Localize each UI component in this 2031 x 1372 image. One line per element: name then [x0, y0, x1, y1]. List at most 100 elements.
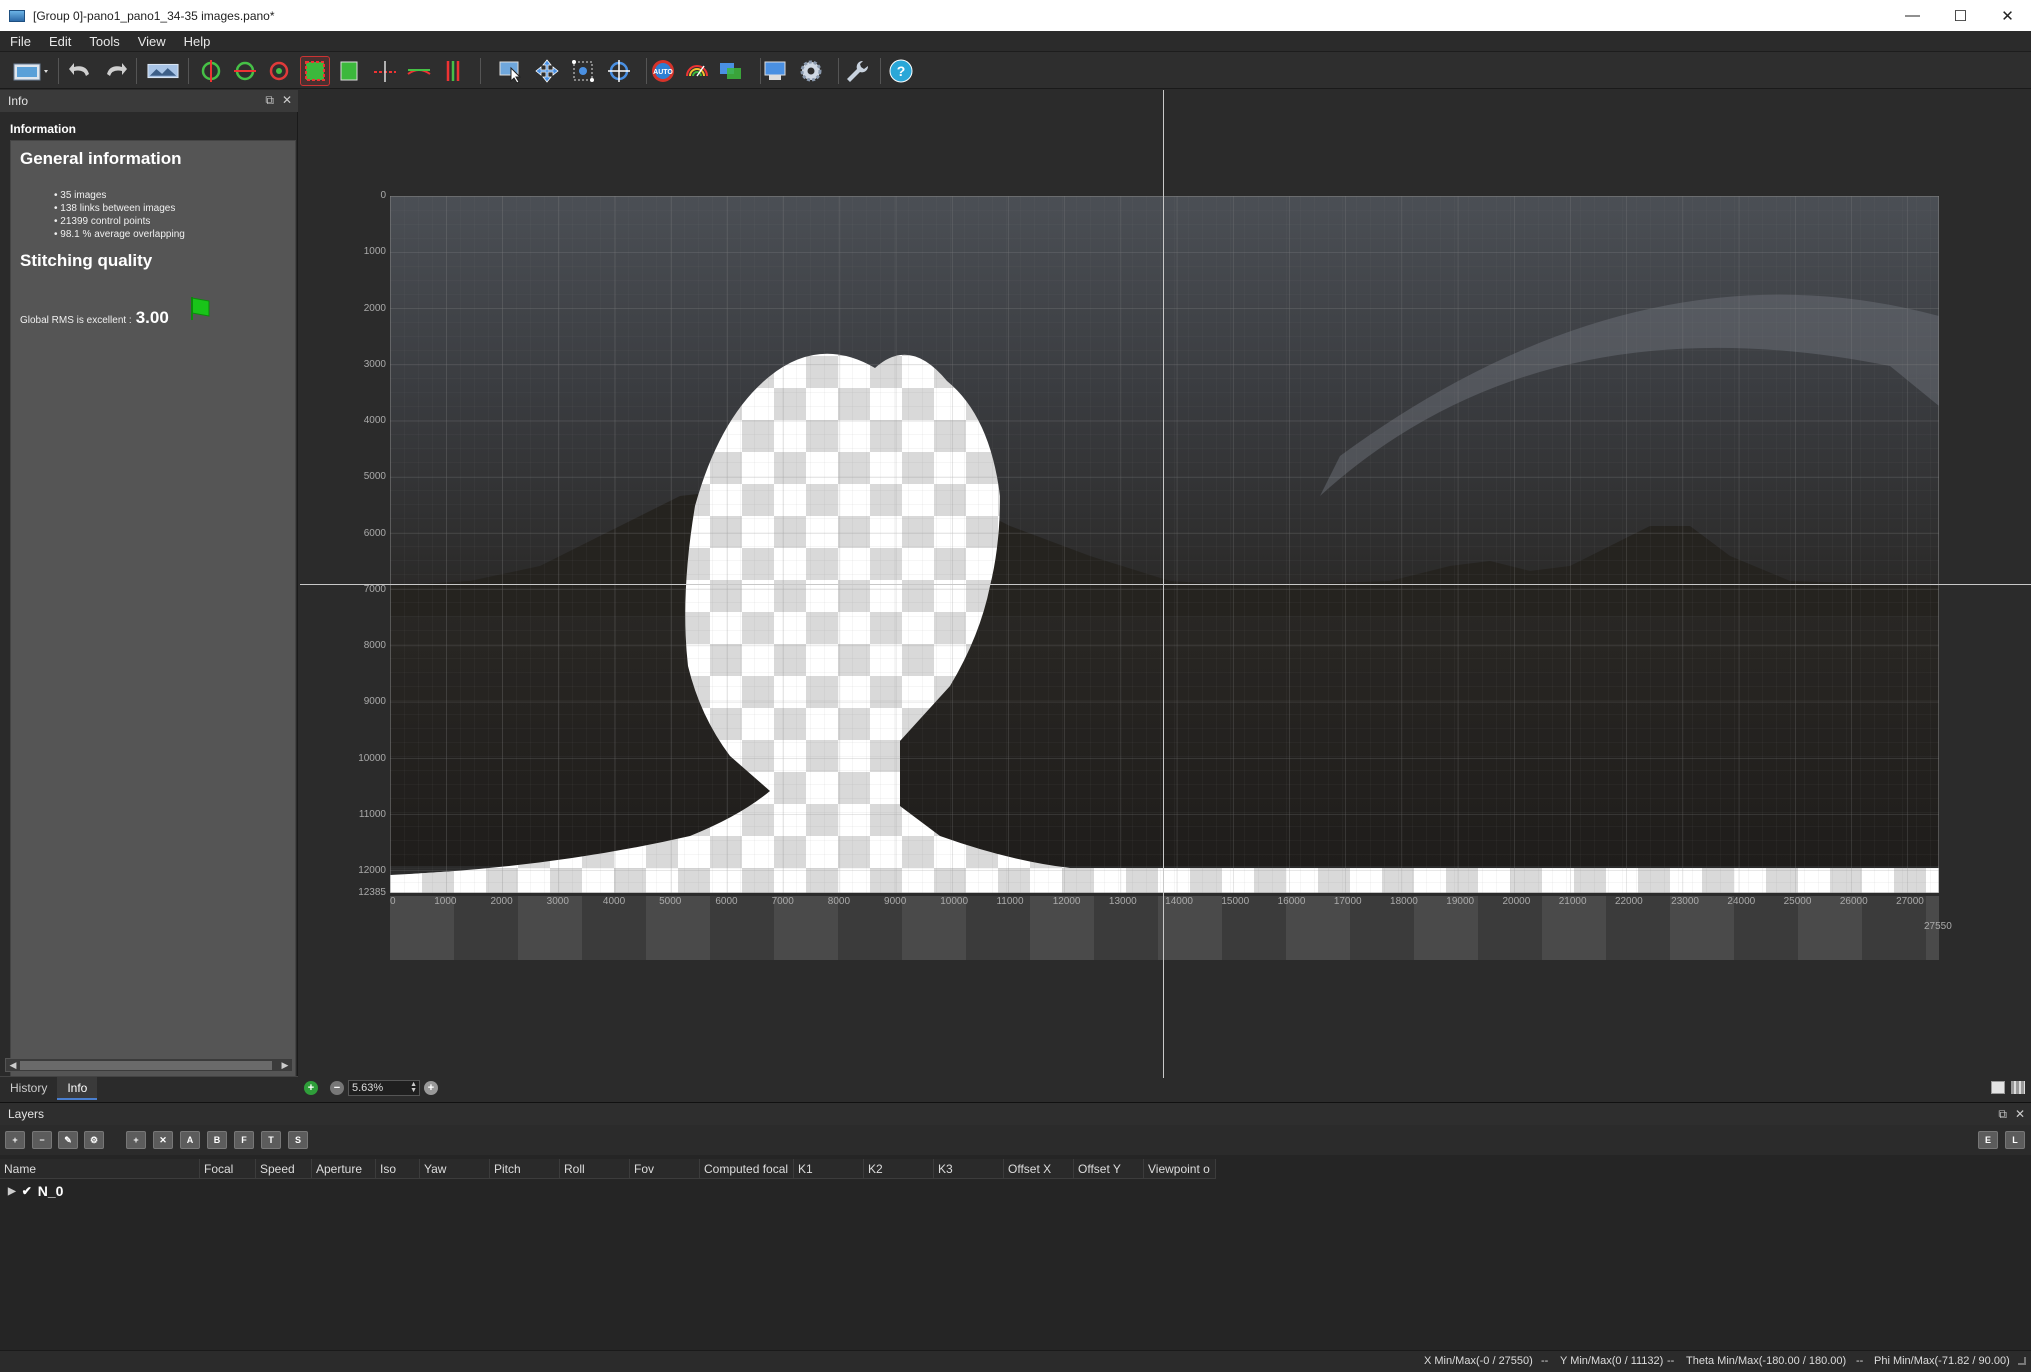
- rotate-yaw-button[interactable]: [196, 56, 226, 86]
- maximize-button[interactable]: ☐: [1938, 0, 1983, 31]
- menu-view[interactable]: View: [129, 34, 175, 49]
- layers-panel: Layers ⧉ ✕ + − ✎ ⚙ + ✕ A B F T S E L Nam…: [0, 1102, 2031, 1350]
- layer-tool-e-icon[interactable]: E: [1978, 1131, 1998, 1149]
- view-grid-icon[interactable]: [2011, 1081, 2025, 1094]
- checkmark-icon[interactable]: ✔: [22, 1184, 32, 1198]
- status-x-range: X Min/Max(-0 / 27550): [1424, 1355, 1533, 1367]
- edit-layer-icon[interactable]: ✎: [58, 1131, 78, 1149]
- move-button[interactable]: [532, 56, 562, 86]
- menu-file[interactable]: File: [0, 34, 40, 49]
- add-group-icon[interactable]: +: [126, 1131, 146, 1149]
- help-button[interactable]: ?: [886, 56, 916, 86]
- column-header[interactable]: Yaw: [420, 1159, 490, 1179]
- auto-color-button[interactable]: AUTO: [648, 56, 678, 86]
- crop-button[interactable]: [300, 56, 330, 86]
- column-header[interactable]: Offset X: [1004, 1159, 1074, 1179]
- column-header[interactable]: Pitch: [490, 1159, 560, 1179]
- select-button[interactable]: [496, 56, 526, 86]
- menu-edit[interactable]: Edit: [40, 34, 80, 49]
- panorama-editor-button[interactable]: [146, 56, 180, 86]
- tab-info[interactable]: Info: [57, 1077, 98, 1100]
- tab-history[interactable]: History: [0, 1077, 57, 1100]
- minimize-button[interactable]: —: [1890, 0, 1935, 31]
- layer-tool-l-icon[interactable]: L: [2005, 1131, 2025, 1149]
- control-points-button[interactable]: [568, 56, 598, 86]
- column-header[interactable]: Focal: [200, 1159, 256, 1179]
- zoom-fit-icon[interactable]: +: [424, 1081, 438, 1095]
- column-header[interactable]: K2: [864, 1159, 934, 1179]
- layer-tool-f-icon[interactable]: F: [234, 1131, 254, 1149]
- straighten-button[interactable]: [404, 56, 434, 86]
- x-tick-label: 3000: [546, 896, 569, 907]
- layer-tool-s-icon[interactable]: S: [288, 1131, 308, 1149]
- zoom-input[interactable]: 5.63% ▲ ▼: [348, 1080, 420, 1096]
- x-tick-label: 8000: [827, 896, 851, 907]
- column-header[interactable]: Aperture: [312, 1159, 376, 1179]
- layer-settings-icon[interactable]: ⚙: [84, 1131, 104, 1149]
- column-header[interactable]: Computed focal: [700, 1159, 794, 1179]
- vertical-lines-button[interactable]: [438, 56, 468, 86]
- menu-tools[interactable]: Tools: [80, 34, 128, 49]
- color-correction-button[interactable]: [682, 56, 712, 86]
- layer-tool-t-icon[interactable]: T: [261, 1131, 281, 1149]
- layer-tool-a-icon[interactable]: A: [180, 1131, 200, 1149]
- panorama-canvas[interactable]: 0 1000 2000 3000 4000 5000 6000 7000 8000 9000 100…: [300, 90, 2031, 1078]
- close-panel-icon[interactable]: ✕: [282, 93, 292, 108]
- zoom-in-icon[interactable]: +: [304, 1081, 318, 1095]
- status-bar: X Min/Max(-0 / 27550) -- Y Min/Max(0 / 1…: [0, 1350, 2031, 1372]
- rotate-pitch-button[interactable]: [230, 56, 260, 86]
- zoom-out-icon[interactable]: −: [330, 1081, 344, 1095]
- expand-arrow-icon[interactable]: ▶: [8, 1186, 16, 1197]
- straighten-icon: [407, 69, 431, 75]
- float-layers-icon[interactable]: ⧉: [1998, 1107, 2007, 1122]
- status-sep-3: --: [1856, 1355, 1864, 1367]
- scroll-thumb[interactable]: [20, 1061, 272, 1070]
- info-horizontal-scrollbar[interactable]: ◀ ▶: [5, 1058, 293, 1072]
- scroll-left-icon[interactable]: ◀: [7, 1059, 19, 1071]
- resize-grip-icon[interactable]: [2018, 1357, 2026, 1365]
- column-header[interactable]: K3: [934, 1159, 1004, 1179]
- menu-help[interactable]: Help: [175, 34, 220, 49]
- undo-button[interactable]: [66, 56, 96, 86]
- column-header[interactable]: Roll: [560, 1159, 630, 1179]
- column-header[interactable]: K1: [794, 1159, 864, 1179]
- add-layer-icon[interactable]: +: [5, 1131, 25, 1149]
- panorama-preview[interactable]: [390, 196, 1939, 893]
- layer-row[interactable]: ▶ ✔ N_0: [8, 1183, 63, 1199]
- title-bar: [Group 0]-pano1_pano1_34-35 images.pano*…: [0, 0, 2031, 31]
- column-header[interactable]: Name: [0, 1159, 200, 1179]
- column-header[interactable]: Fov: [630, 1159, 700, 1179]
- remove-layer-icon[interactable]: −: [32, 1131, 52, 1149]
- column-header[interactable]: Speed: [256, 1159, 312, 1179]
- rotate-pitch-icon: [234, 61, 256, 81]
- x-tick-label: 22000: [1614, 896, 1643, 907]
- layer-tool-b-icon[interactable]: B: [207, 1131, 227, 1149]
- close-button[interactable]: ✕: [1985, 0, 2030, 31]
- column-header[interactable]: Viewpoint o: [1144, 1159, 1216, 1179]
- blending-button[interactable]: [716, 56, 746, 86]
- horizon-button[interactable]: [370, 56, 400, 86]
- wrench-icon: [847, 60, 869, 82]
- rotate-roll-button[interactable]: [264, 56, 294, 86]
- render-button[interactable]: [760, 56, 790, 86]
- delete-group-icon[interactable]: ✕: [153, 1131, 173, 1149]
- y-tick-label: 12000: [358, 865, 386, 877]
- column-header[interactable]: Offset Y: [1074, 1159, 1144, 1179]
- rotate-roll-icon: [269, 61, 289, 81]
- scroll-right-icon[interactable]: ▶: [279, 1059, 291, 1071]
- fit-button[interactable]: [334, 56, 364, 86]
- tools-button[interactable]: [842, 56, 872, 86]
- general-information-title: General information: [20, 149, 182, 168]
- float-panel-icon[interactable]: ⧉: [265, 93, 274, 108]
- x-max-label: 27550: [1924, 921, 1952, 932]
- redo-button[interactable]: [100, 56, 130, 86]
- view-single-icon[interactable]: [1991, 1081, 2005, 1094]
- import-images-button[interactable]: [10, 56, 54, 86]
- x-tick-label: 16000: [1277, 896, 1306, 907]
- layers-title: Layers: [8, 1107, 45, 1121]
- column-header[interactable]: Iso: [376, 1159, 420, 1179]
- close-layers-icon[interactable]: ✕: [2015, 1107, 2025, 1122]
- settings-button[interactable]: [796, 56, 826, 86]
- x-tick-label: 20000: [1502, 896, 1531, 907]
- center-button[interactable]: [604, 56, 634, 86]
